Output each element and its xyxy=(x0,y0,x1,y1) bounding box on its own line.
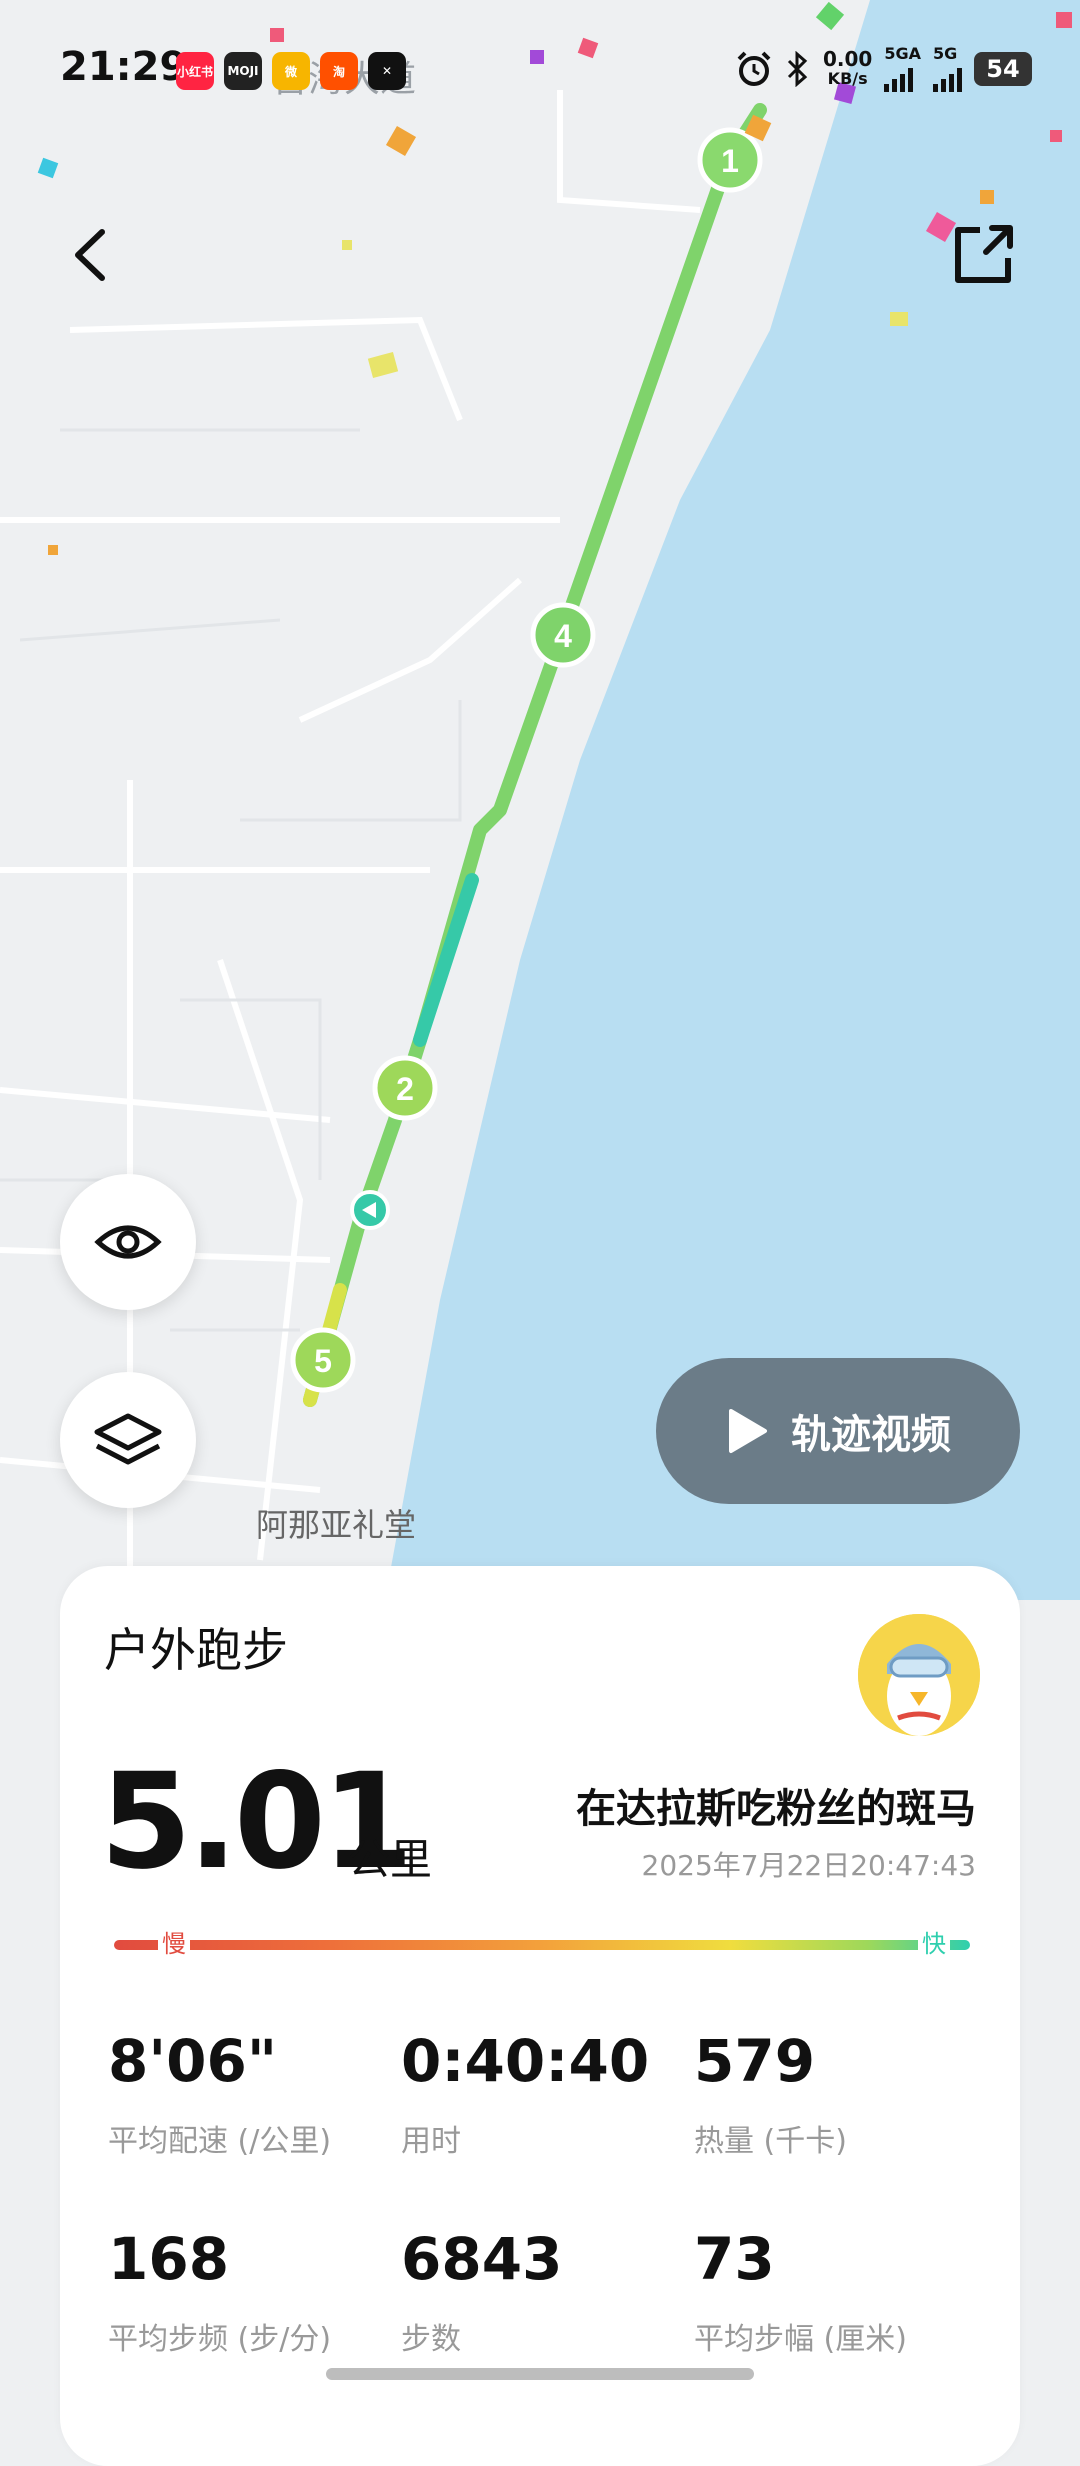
home-indicator[interactable] xyxy=(326,2368,754,2380)
route-marker[interactable]: 5 xyxy=(290,1327,356,1393)
route-marker-label: 1 xyxy=(721,143,739,179)
stat-calories: 579 热量 (千卡) xyxy=(694,2026,987,2160)
stat-duration: 0:40:40 用时 xyxy=(401,2026,694,2160)
stat-value: 0:40:40 xyxy=(401,2027,650,2095)
back-button[interactable] xyxy=(60,220,120,290)
stat-value: 8'06" xyxy=(108,2027,278,2095)
stat-label: 用时 xyxy=(401,2124,461,2159)
chevron-left-icon xyxy=(75,229,105,281)
stat-value: 579 xyxy=(694,2027,816,2095)
stat-label: 平均配速 (/公里) xyxy=(108,2124,332,2159)
notification-app-icons: 小红书 MOJI 微 淘 ✕ xyxy=(176,52,406,90)
stat-value: 168 xyxy=(108,2225,230,2293)
xiaohongshu-icon: 小红书 xyxy=(176,52,214,90)
signal-bars-icon xyxy=(933,62,962,92)
network-speed-unit: KB/s xyxy=(827,69,868,88)
layers-icon xyxy=(94,1413,162,1465)
map-place-label: 阿那亚礼堂 xyxy=(256,1506,417,1544)
penguin-avatar-icon xyxy=(858,1614,980,1736)
stat-avg-pace: 8'06" 平均配速 (/公里) xyxy=(108,2026,401,2160)
pace-fast-label: 快 xyxy=(918,1926,950,1962)
start-point-icon xyxy=(350,1190,390,1230)
signal-5g-label: 5G xyxy=(933,44,958,63)
battery-indicator: 54 xyxy=(974,52,1032,86)
track-video-label: 轨迹视频 xyxy=(791,1412,951,1458)
external-link-icon xyxy=(955,225,1013,283)
stat-label: 平均步频 (步/分) xyxy=(108,2322,332,2357)
network-speed-value: 0.00 xyxy=(822,47,873,71)
stat-label: 步数 xyxy=(401,2322,461,2357)
user-avatar[interactable] xyxy=(858,1614,980,1736)
route-marker-label: 4 xyxy=(554,618,572,654)
pace-gradient-bar: 慢 快 xyxy=(114,1926,970,1962)
route-marker[interactable]: 2 xyxy=(372,1055,438,1121)
route-marker-label: 5 xyxy=(314,1343,332,1379)
workout-datetime: 2025年7月22日20:47:43 xyxy=(641,1849,976,1882)
track-video-button[interactable]: 轨迹视频 xyxy=(656,1358,1020,1504)
signal-5ga: 5GA xyxy=(884,46,921,92)
stat-value: 73 xyxy=(694,2225,775,2293)
play-icon xyxy=(729,1409,767,1453)
weibo-icon: 微 xyxy=(272,52,310,90)
route-marker[interactable]: 4 xyxy=(530,602,596,668)
signal-5g: 5G xyxy=(933,46,962,92)
visibility-toggle-button[interactable] xyxy=(60,1174,196,1310)
share-button[interactable] xyxy=(950,222,1016,288)
moji-weather-icon: MOJI xyxy=(224,52,262,90)
workout-summary-card: 户外跑步 5.01 公里 在达拉斯吃粉丝的斑马 2025年7月22日20:47:… xyxy=(60,1566,1020,2466)
pace-slow-label: 慢 xyxy=(158,1926,190,1962)
stat-avg-stride: 73 平均步幅 (厘米) xyxy=(694,2224,987,2358)
status-bar: 吉海大道 21:29 小红书 MOJI 微 淘 ✕ 0.00 KB/s 5GA … xyxy=(0,0,1080,140)
stats-grid: 8'06" 平均配速 (/公里) 0:40:40 用时 579 热量 (千卡) … xyxy=(108,2026,988,2358)
map-layers-button[interactable] xyxy=(60,1372,196,1508)
network-speed: 0.00 KB/s xyxy=(823,49,872,89)
sport-type-title: 户外跑步 xyxy=(104,1623,288,1677)
distance-unit: 公里 xyxy=(348,1835,433,1884)
stat-label: 热量 (千卡) xyxy=(694,2124,847,2159)
capcut-icon: ✕ xyxy=(368,52,406,90)
status-indicators: 0.00 KB/s 5GA 5G 54 xyxy=(735,46,1032,92)
stat-avg-cadence: 168 平均步频 (步/分) xyxy=(108,2224,401,2358)
bluetooth-icon xyxy=(787,51,808,87)
taobao-icon: 淘 xyxy=(320,52,358,90)
signal-5ga-label: 5GA xyxy=(884,44,921,63)
status-time: 21:29 xyxy=(60,44,188,90)
stat-steps: 6843 步数 xyxy=(401,2224,694,2358)
route-marker-label: 2 xyxy=(396,1071,414,1107)
pace-gradient-track xyxy=(114,1940,970,1950)
username: 在达拉斯吃粉丝的斑马 xyxy=(576,1786,976,1832)
alarm-icon xyxy=(737,51,771,86)
stat-label: 平均步幅 (厘米) xyxy=(694,2322,907,2357)
signal-bars-icon xyxy=(884,62,914,92)
stat-value: 6843 xyxy=(401,2225,563,2293)
eye-icon xyxy=(94,1225,162,1259)
